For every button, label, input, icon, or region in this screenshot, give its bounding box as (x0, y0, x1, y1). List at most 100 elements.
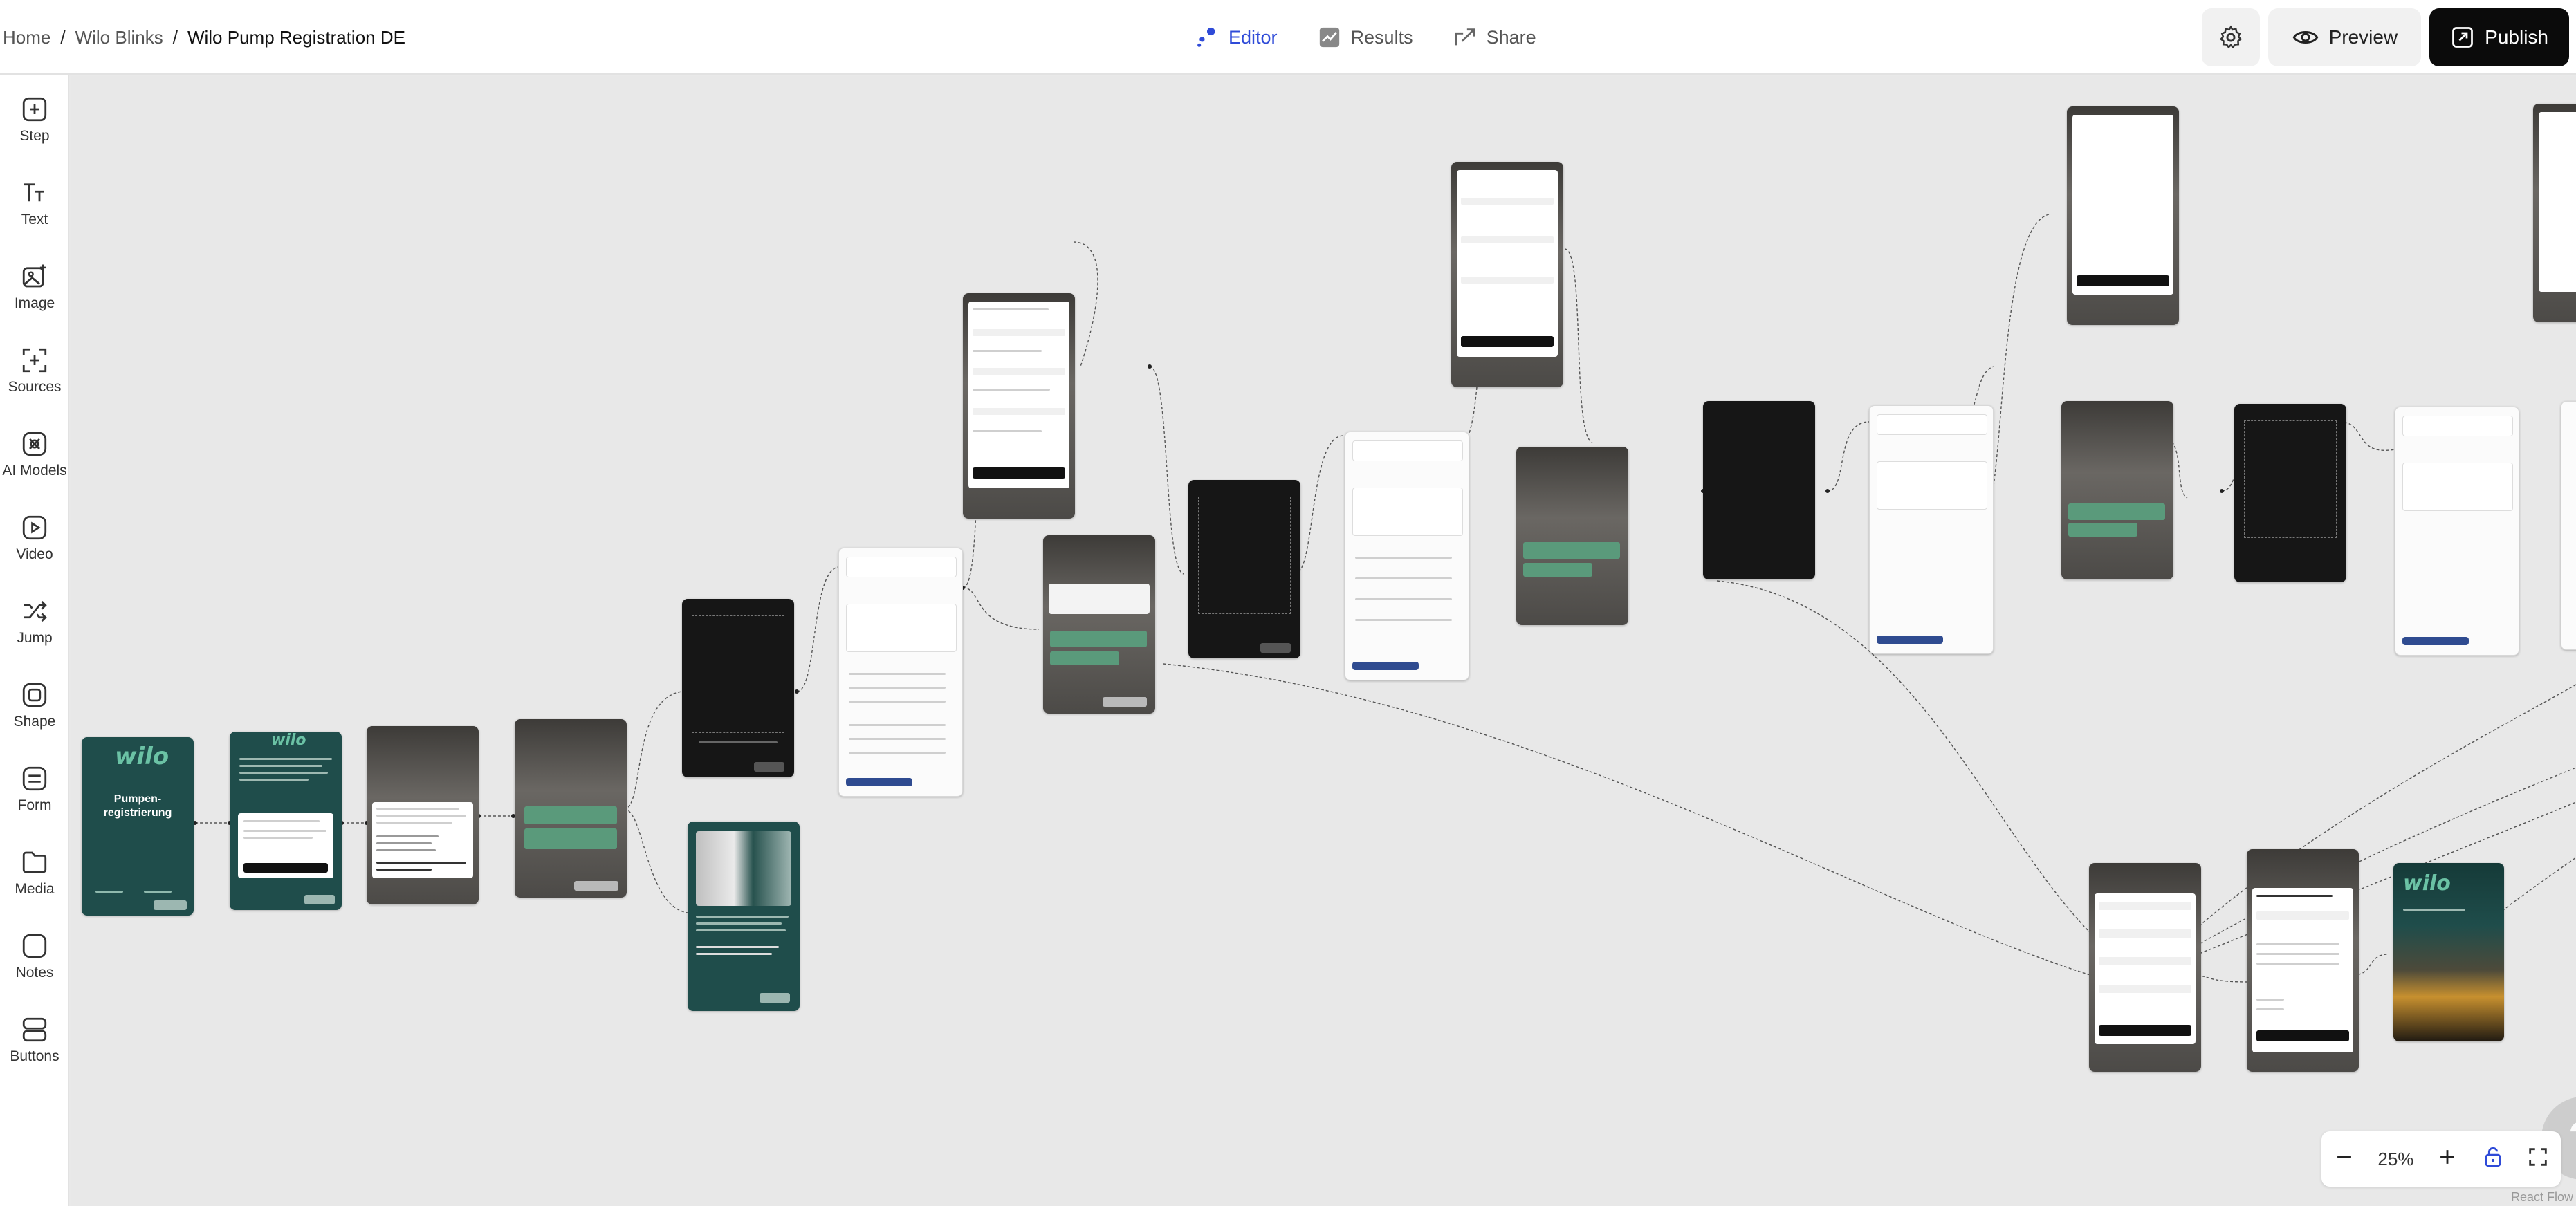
step-node-intro[interactable]: wilo Pumpen- registrierung (82, 737, 194, 916)
preview-button[interactable]: Preview (2267, 8, 2422, 66)
step-node-scan-pump-3[interactable] (1703, 401, 1815, 579)
step-node-no-typeplate[interactable] (688, 822, 800, 1011)
submit-button[interactable] (2077, 275, 2169, 286)
node-back-button[interactable] (574, 881, 618, 891)
wilo-logo: wilo (271, 732, 306, 749)
upload-field (1461, 277, 1554, 284)
submit-button[interactable] (1461, 336, 1554, 347)
input-field (2099, 929, 2191, 938)
node-back-button[interactable] (1103, 697, 1147, 707)
step-node-scan-pump-2[interactable] (1188, 480, 1300, 658)
submit-button[interactable] (2256, 1030, 2349, 1041)
step-node-pump-3-source[interactable] (1869, 405, 1994, 654)
lock-button[interactable] (2481, 1145, 2505, 1173)
done-option[interactable] (2068, 523, 2137, 537)
step-node-contact-form[interactable] (2089, 863, 2201, 1072)
scan-typeplate-option[interactable] (524, 806, 617, 824)
submit-button[interactable] (2099, 1025, 2191, 1036)
tool-media-label: Media (15, 881, 55, 897)
tab-share[interactable]: Share (1453, 26, 1536, 49)
breadcrumb-home[interactable]: Home (3, 27, 50, 48)
text-line (376, 815, 466, 817)
tab-editor[interactable]: Editor (1195, 26, 1278, 49)
fullscreen-button[interactable] (2526, 1145, 2550, 1173)
tool-step[interactable]: Step (0, 82, 69, 158)
node-next-button[interactable] (154, 900, 187, 910)
done-option[interactable] (1523, 563, 1592, 577)
tool-jump[interactable]: Jump (0, 584, 69, 660)
left-toolbar: Step Text Image Sources AI Models Video … (0, 75, 69, 1206)
step-node-pump-scan-source[interactable] (838, 548, 963, 797)
tool-buttons-label: Buttons (10, 1048, 59, 1064)
step-node-scan-option[interactable] (515, 719, 627, 898)
continue-button[interactable] (243, 863, 328, 873)
flow-canvas[interactable]: wilo Pumpen- registrierung wilo wilo (71, 76, 2576, 1206)
tool-text[interactable]: Text (0, 165, 69, 241)
top-bar: Home / Wilo Blinks / Wilo Pump Registrat… (0, 0, 2576, 75)
tool-video[interactable]: Video (0, 500, 69, 576)
add-field-button[interactable] (1352, 662, 1419, 670)
text-line (239, 765, 322, 767)
tool-image[interactable]: Image (0, 249, 69, 325)
node-next-button[interactable] (304, 895, 335, 904)
tool-shape[interactable]: Shape (0, 667, 69, 743)
step-node-registration[interactable] (367, 726, 479, 904)
step-node-pump-confirm-2[interactable] (1516, 447, 1628, 625)
wilo-logo: wilo (2403, 871, 2451, 896)
tool-ai-models[interactable]: AI Models (0, 416, 69, 492)
publish-button[interactable]: Publish (2429, 8, 2569, 66)
tool-buttons[interactable]: Buttons (0, 1002, 69, 1078)
breadcrumb-project[interactable]: Wilo Blinks (75, 27, 163, 48)
add-field-button[interactable] (2402, 637, 2469, 645)
step-node-pump-confirm-3[interactable] (2061, 401, 2173, 579)
node-next-button[interactable] (754, 762, 784, 772)
mode-tabs: Editor Results Share (1195, 0, 1536, 75)
tool-form[interactable]: Form (0, 751, 69, 827)
folder-icon (22, 851, 47, 873)
settings-button[interactable] (2201, 8, 2260, 66)
image-icon (22, 264, 46, 288)
more-pumps-option[interactable] (1050, 631, 1147, 647)
step-node-pump-5-source[interactable] (2561, 401, 2576, 650)
text-line (376, 862, 466, 864)
step-node-pump-confirm[interactable] (1043, 535, 1155, 714)
text-line (243, 820, 320, 822)
zoom-in-button[interactable] (2436, 1145, 2459, 1173)
chart-icon (1319, 27, 1339, 48)
tool-notes[interactable]: Notes (0, 918, 69, 994)
text-line (696, 922, 782, 925)
step-node-photos-upload-4[interactable] (2533, 104, 2576, 322)
step-node-thank-you[interactable]: wilo (2393, 863, 2504, 1041)
step-node-interests-form[interactable] (2247, 849, 2359, 1072)
jump-icon (24, 601, 47, 622)
more-pumps-option[interactable] (1523, 542, 1620, 559)
react-flow-attribution[interactable]: React Flow (2511, 1190, 2573, 1205)
no-typeplate-option[interactable] (524, 828, 617, 849)
step-node-scan-pump-4[interactable] (2234, 404, 2346, 582)
step-node-photos-upload-3[interactable] (2067, 106, 2179, 325)
zoom-out-button[interactable] (2333, 1145, 2356, 1173)
submit-button[interactable] (973, 467, 1065, 479)
node-next-button[interactable] (760, 993, 790, 1003)
tool-media[interactable]: Media (0, 835, 69, 911)
checkbox-row (2256, 943, 2339, 945)
field-row (849, 687, 946, 689)
step-node-consent[interactable]: wilo (230, 732, 342, 910)
source-header (1877, 414, 1987, 435)
source-config (2402, 463, 2513, 511)
step-node-photos-upload-2[interactable] (1451, 162, 1563, 387)
input-field (2099, 985, 2191, 993)
step-node-pump-4-source[interactable] (2395, 407, 2519, 656)
add-field-button[interactable] (846, 778, 912, 786)
tab-results[interactable]: Results (1318, 26, 1413, 49)
more-pumps-option[interactable] (2068, 503, 2165, 520)
zoom-level: 25% (2377, 1148, 2414, 1169)
done-option[interactable] (1050, 651, 1119, 665)
step-node-photos-upload[interactable] (963, 293, 1075, 519)
add-field-button[interactable] (1877, 636, 1943, 644)
step-node-scan-typeplate[interactable] (682, 599, 794, 777)
tool-sources[interactable]: Sources (0, 333, 69, 409)
step-node-pump-2-source[interactable] (1345, 432, 1469, 680)
tool-sources-label: Sources (8, 379, 62, 395)
node-next-button[interactable] (1260, 643, 1291, 653)
